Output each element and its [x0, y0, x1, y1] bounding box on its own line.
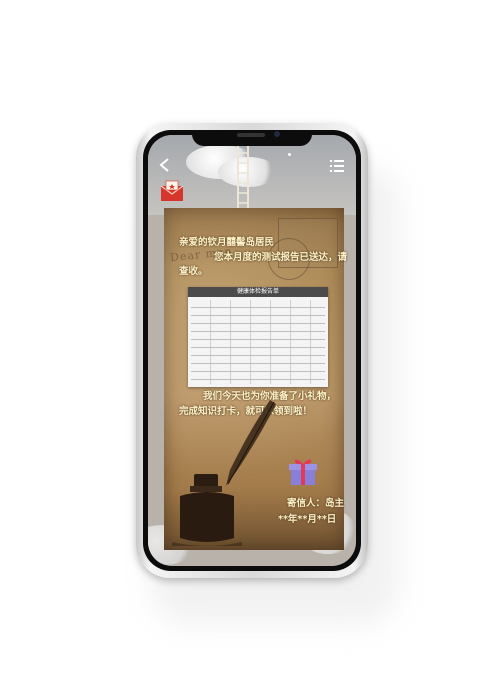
letter-body-line1: 您本月度的测试报告已送达，请 [214, 252, 348, 263]
letter-date: **年**月**日 [278, 514, 337, 525]
chevron-left-icon[interactable] [158, 158, 172, 172]
health-report-card[interactable]: 健康体检报告单 [188, 287, 328, 387]
letter-body-line2: 查收。 [179, 266, 208, 277]
list-icon[interactable] [330, 160, 344, 172]
ladder [237, 145, 249, 215]
front-camera [274, 131, 280, 137]
report-title: 健康体检报告单 [188, 287, 328, 297]
star [288, 153, 291, 156]
sender-label: 寄信人：岛主 [287, 498, 345, 509]
speaker-grille [237, 133, 265, 137]
letter-greeting: 亲爱的钦月囍髻岛居民 [179, 237, 275, 248]
envelope-icon[interactable] [160, 180, 184, 202]
gift-box-icon[interactable] [288, 455, 318, 487]
inkwell-icon [172, 474, 242, 546]
report-table [191, 300, 325, 384]
